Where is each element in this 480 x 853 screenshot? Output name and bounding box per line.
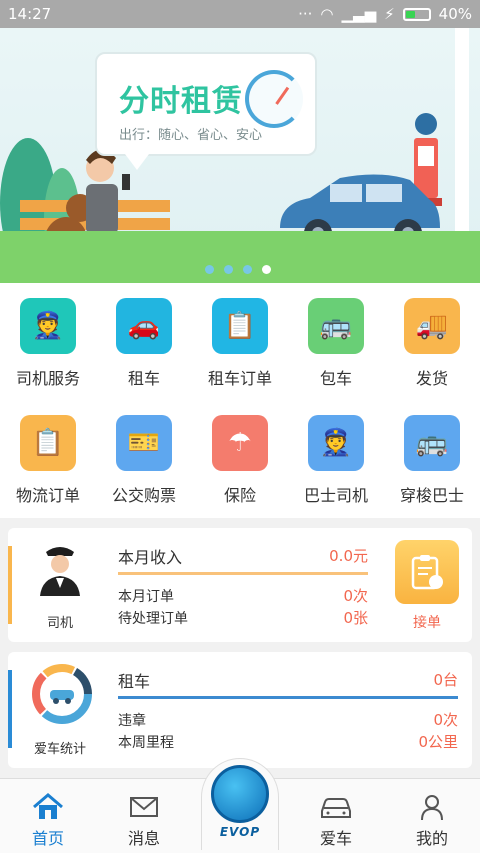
service-label: 公交购票 [111,486,176,505]
service-label: 租车订单 [207,369,272,388]
service-car[interactable]: 🚗 租车 [96,283,192,400]
service-ticket[interactable]: 🎫 公交购票 [96,400,192,517]
signal-icon: ▁▃▅ [341,5,377,23]
pager-dot[interactable] [243,265,252,274]
weekly-mileage-value: 0公里 [418,733,458,751]
bus-icon: 🚌 [308,298,364,354]
ticket-icon: 🎫 [116,415,172,471]
income-divider [118,572,368,575]
driver-income-card[interactable]: 司机 本月收入 0.0元 本月订单 0次 待处理订单 0张 接单 [8,528,472,642]
nav-mine[interactable]: 我的 [384,779,480,853]
monthly-income-label: 本月收入 [118,548,183,567]
driver-avatar-icon [40,547,80,596]
weekly-mileage-label: 本周里程 [118,735,174,751]
car-icon [321,798,351,818]
pending-orders-label: 待处理订单 [118,611,188,627]
nav-messages[interactable]: 消息 [96,779,192,853]
charging-icon: ⚡ [384,5,395,23]
envelope-icon [130,797,158,817]
battery-percent: 40% [438,5,472,23]
service-label: 保险 [223,486,256,505]
pager-dot[interactable] [224,265,233,274]
car-stats-ring-icon [32,664,92,724]
umbrella-icon: ☂ [212,415,268,471]
nav-my-car[interactable]: 爱车 [288,779,384,853]
accept-order-label[interactable]: 接单 [395,612,459,632]
car-icon: 🚗 [116,298,172,354]
service-driver[interactable]: 👮 司机服务 [0,283,96,400]
pending-orders-value: 0张 [343,609,368,627]
service-label: 穿梭巴士 [399,486,464,505]
monthly-orders-label: 本月订单 [118,589,174,605]
promo-banner[interactable]: 分时租赁 出行：随心、省心、安心 [0,28,480,283]
banner-subtitle: 出行：随心、省心、安心 [119,128,263,143]
service-order[interactable]: 📋 租车订单 [192,283,288,400]
more-dots-icon: ··· [298,5,313,23]
service-label: 司机服务 [15,369,80,388]
wifi-icon: ◠ [320,5,334,23]
speedometer-icon [245,70,303,128]
pager-dot[interactable] [205,265,214,274]
globe-icon [211,765,269,823]
battery-icon [402,7,431,21]
car-stats-card[interactable]: 爱车统计 租车 0台 违章 0次 本周里程 0公里 [8,652,472,768]
service-label: 巴士司机 [303,486,368,505]
monthly-income-value: 0.0元 [329,547,368,565]
violation-value: 0次 [433,711,458,729]
banner-speech-bubble: 分时租赁 出行：随心、省心、安心 [95,52,317,170]
service-label: 包车 [319,369,352,388]
clipboard-hand-icon [411,555,443,590]
status-bar: 14:27 ··· ◠ ▁▃▅ ⚡ 40% [0,0,480,28]
service-umbrella[interactable]: ☂ 保险 [192,400,288,517]
banner-pager[interactable] [205,265,271,274]
monthly-orders-value: 0次 [343,587,368,605]
service-logistics-order[interactable]: 📋 物流订单 [0,400,96,517]
status-time: 14:27 [8,5,52,23]
service-bus[interactable]: 🚌 包车 [288,283,384,400]
home-icon [33,793,63,819]
violation-label: 违章 [118,713,146,729]
shuttle-bus-icon: 🚌 [404,415,460,471]
service-shuttle-bus[interactable]: 🚌 穿梭巴士 [384,400,480,517]
accept-order-button[interactable] [395,540,459,604]
driver-icon: 👮 [20,298,76,354]
driver-label: 司机 [46,616,73,631]
evop-center-button[interactable]: EVOP [201,758,279,850]
user-icon [421,795,443,821]
rental-divider [118,696,458,699]
car-stats-label: 爱车统计 [33,742,86,757]
service-label: 物流订单 [15,486,80,505]
nav-home[interactable]: 首页 [0,779,96,853]
rental-value: 0台 [433,671,458,689]
rental-label: 租车 [118,672,151,691]
service-label: 发货 [415,369,448,388]
banner-title: 分时租赁 [119,84,243,119]
logistics-order-icon: 📋 [20,415,76,471]
pager-dot-active[interactable] [262,265,271,274]
evop-logo: EVOP [219,825,261,839]
order-icon: 📋 [212,298,268,354]
service-grid: 👮 司机服务 🚗 租车 📋 租车订单 🚌 包车 🚚 发货 📋 物流订单 🎫 公交购票 ☂ 保险 👮 巴士司机 🚌 穿… [0,283,480,518]
service-label: 租车 [127,369,160,388]
truck-icon: 🚚 [404,298,460,354]
service-bus-driver[interactable]: 👮 巴士司机 [288,400,384,517]
bus-driver-icon: 👮 [308,415,364,471]
service-truck[interactable]: 🚚 发货 [384,283,480,400]
